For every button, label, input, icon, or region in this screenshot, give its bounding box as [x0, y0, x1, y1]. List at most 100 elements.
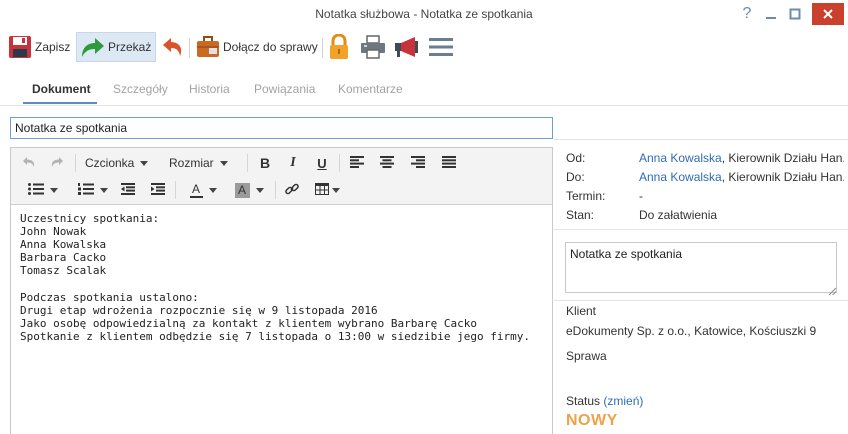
table-icon	[314, 182, 329, 198]
panel-divider	[554, 139, 848, 140]
underline-button[interactable]: U	[311, 152, 333, 174]
redo-icon	[50, 156, 64, 171]
rich-text-editor: Czcionka Rozmiar B I U A A Uczestnicy sp…	[10, 147, 553, 434]
close-icon[interactable]	[812, 3, 844, 25]
subject-input[interactable]	[10, 117, 553, 139]
outdent-button[interactable]	[117, 179, 139, 201]
tab-history[interactable]: Historia	[189, 82, 230, 102]
chevron-down-icon	[208, 187, 217, 193]
status-badge: NOWY	[566, 412, 618, 429]
deadline-value: -	[639, 189, 643, 203]
chevron-down-icon	[140, 160, 149, 166]
hamburger-menu-icon	[428, 36, 454, 58]
help-icon[interactable]: ?	[738, 4, 756, 24]
undo-arrow-icon	[162, 35, 184, 59]
status-change-link[interactable]: (zmień)	[603, 394, 643, 408]
align-right-button[interactable]	[407, 152, 429, 174]
chevron-down-icon	[100, 187, 108, 193]
bold-button[interactable]: B	[254, 152, 276, 174]
case-label: Sprawa	[566, 349, 607, 363]
text-color-swatch	[189, 195, 203, 198]
align-center-button[interactable]	[376, 152, 398, 174]
text-color-label: A	[191, 181, 200, 196]
save-button[interactable]: Zapisz	[8, 32, 70, 62]
client-label: Klient	[566, 304, 597, 318]
insert-link-button[interactable]	[281, 179, 303, 201]
align-left-icon	[350, 155, 364, 171]
main-toolbar: Zapisz Przekaż Dołącz do sprawy	[0, 30, 848, 64]
lock-icon	[328, 34, 350, 60]
background-color-button[interactable]: A	[229, 179, 269, 201]
font-size-dropdown[interactable]: Rozmiar	[165, 152, 232, 174]
editor-divider	[75, 154, 76, 172]
bullet-list-icon	[28, 182, 44, 198]
more-menu-button[interactable]	[428, 32, 454, 62]
tab-relations[interactable]: Powiązania	[254, 82, 315, 102]
forward-arrow-icon	[79, 35, 105, 59]
maximize-icon[interactable]	[786, 4, 804, 24]
from-role: , Kierownik Działu Han...	[721, 151, 844, 165]
deadline-label: Termin:	[566, 189, 606, 203]
font-family-dropdown[interactable]: Czcionka	[81, 152, 152, 174]
chevron-down-icon	[50, 187, 58, 193]
status-label: Status	[566, 394, 601, 408]
italic-button[interactable]: I	[282, 152, 304, 174]
editor-toolbar: Czcionka Rozmiar B I U A A	[11, 148, 552, 205]
state-label: Stan:	[566, 208, 595, 222]
lock-button[interactable]	[328, 32, 350, 62]
indent-button[interactable]	[147, 179, 169, 201]
printer-icon	[360, 35, 386, 59]
title-bar: Notatka służbowa - Notatka ze spotkania …	[0, 0, 848, 28]
editor-divider	[247, 154, 248, 172]
editor-content[interactable]: Uczestnicy spotkania: John Nowak Anna Ko…	[20, 212, 530, 343]
editor-divider	[339, 154, 340, 172]
undo-button[interactable]	[17, 152, 41, 174]
from-value: Anna Kowalska, Kierownik Działu Han...	[639, 151, 844, 165]
align-justify-button[interactable]	[438, 152, 460, 174]
print-button[interactable]	[360, 32, 386, 62]
tab-details[interactable]: Szczegóły	[113, 82, 168, 102]
from-person-link[interactable]: Anna Kowalska	[639, 151, 722, 165]
resize-grip-icon[interactable]	[828, 284, 837, 296]
numbered-list-button[interactable]	[71, 179, 115, 201]
forward-label: Przekaż	[108, 40, 152, 54]
chevron-down-icon	[219, 160, 228, 166]
state-value: Do załatwienia	[639, 208, 718, 222]
panel-divider	[554, 229, 848, 230]
background-color-label: A	[234, 182, 250, 198]
tab-comments[interactable]: Komentarze	[338, 82, 403, 102]
note-textarea[interactable]: Notatka ze spotkania	[565, 242, 837, 293]
to-value: Anna Kowalska, Kierownik Działu Han...	[639, 170, 844, 184]
to-person-link[interactable]: Anna Kowalska	[639, 170, 722, 184]
align-left-button[interactable]	[346, 152, 368, 174]
minimize-icon[interactable]	[762, 4, 780, 24]
numbered-list-icon	[78, 182, 94, 198]
tab-document[interactable]: Dokument	[23, 82, 97, 104]
undo-icon	[22, 156, 36, 171]
attach-label: Dołącz do sprawy	[223, 40, 318, 54]
insert-table-button[interactable]	[311, 179, 343, 201]
panel-divider	[554, 300, 848, 301]
announce-button[interactable]	[394, 32, 420, 62]
forward-button[interactable]: Przekaż	[76, 32, 156, 62]
bullet-list-button[interactable]	[21, 179, 65, 201]
window-title: Notatka służbowa - Notatka ze spotkania	[315, 7, 533, 21]
align-center-icon	[380, 155, 394, 171]
font-family-label: Czcionka	[85, 156, 135, 170]
outdent-icon	[121, 182, 135, 198]
font-size-label: Rozmiar	[169, 156, 214, 170]
editor-divider	[275, 181, 276, 199]
to-label: Do:	[566, 170, 585, 184]
client-link[interactable]: eDokumenty Sp. z o.o., Katowice, Kościus…	[566, 324, 816, 338]
toolbar-divider	[189, 38, 190, 58]
floppy-disk-icon	[8, 35, 32, 59]
megaphone-icon	[394, 35, 420, 59]
redo-button[interactable]	[45, 152, 69, 174]
align-right-icon	[411, 155, 425, 171]
save-label: Zapisz	[35, 40, 71, 54]
text-color-button[interactable]: A	[183, 179, 223, 201]
reply-back-button[interactable]	[162, 32, 184, 62]
chevron-down-icon	[255, 187, 264, 193]
attach-to-case-button[interactable]: Dołącz do sprawy	[196, 32, 318, 62]
indent-icon	[151, 182, 165, 198]
